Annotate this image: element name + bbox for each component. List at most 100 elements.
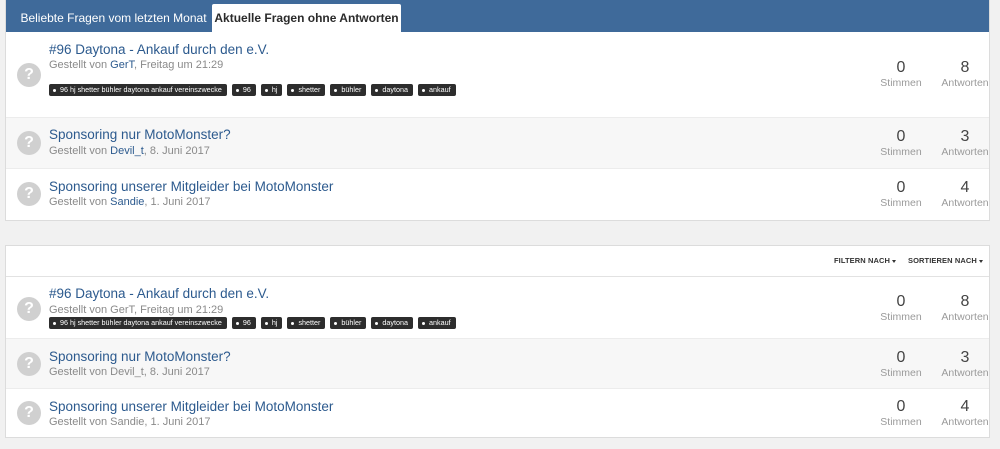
votes-stat: 0 Stimmen — [871, 293, 931, 324]
answers-label: Antworten — [941, 146, 989, 158]
tag[interactable]: 96 hj shetter bühler daytona ankauf vere… — [49, 84, 227, 96]
questions-tab-widget: Beliebte Fragen vom letzten Monat Aktuel… — [5, 0, 990, 221]
question-avatar-icon: ? — [17, 182, 41, 206]
question-meta: Gestellt von Devil_t, 8. Juni 2017 — [49, 366, 210, 378]
tag[interactable]: 96 hj shetter bühler daytona ankauf vere… — [49, 317, 227, 329]
tag[interactable]: ankauf — [417, 317, 456, 329]
question-title-link[interactable]: #96 Daytona - Ankauf durch den e.V. — [49, 286, 269, 301]
tag-dot-icon — [291, 321, 295, 325]
list-item: ? #96 Daytona - Ankauf durch den e.V. Ge… — [6, 32, 989, 118]
answers-stat: 8 Antworten — [935, 293, 995, 324]
answers-label: Antworten — [941, 197, 989, 209]
tag[interactable]: bühler — [330, 84, 367, 96]
list-item: ? #96 Daytona - Ankauf durch den e.V. Ge… — [6, 277, 989, 339]
answers-count: 8 — [960, 59, 970, 76]
question-title-link[interactable]: Sponsoring nur MotoMonster? — [49, 127, 231, 142]
tag[interactable]: hj — [260, 84, 283, 96]
author-link[interactable]: GerT — [110, 304, 134, 316]
votes-stat: 0 Stimmen — [871, 179, 931, 210]
votes-count: 0 — [896, 128, 906, 145]
author-link[interactable]: Sandie — [110, 416, 144, 428]
question-avatar-icon: ? — [17, 131, 41, 155]
votes-label: Stimmen — [880, 146, 922, 158]
page: Beliebte Fragen vom letzten Monat Aktuel… — [0, 0, 1000, 449]
tag-list: 96 hj shetter bühler daytona ankauf vere… — [49, 84, 456, 96]
tag-dot-icon — [375, 88, 379, 92]
votes-label: Stimmen — [880, 416, 922, 428]
votes-stat: 0 Stimmen — [871, 59, 931, 90]
tag-list: 96 hj shetter bühler daytona ankauf vere… — [49, 317, 456, 329]
tag[interactable]: shetter — [287, 84, 326, 96]
questions-list-widget: FILTERN NACH SORTIEREN NACH ? #96 Dayton… — [5, 245, 990, 438]
tag[interactable]: hj — [260, 317, 283, 329]
question-avatar-icon: ? — [17, 63, 41, 87]
tag-dot-icon — [53, 88, 56, 92]
answers-label: Antworten — [941, 311, 989, 323]
filter-dropdown-button[interactable]: FILTERN NACH — [834, 256, 897, 265]
tag-dot-icon — [375, 321, 379, 325]
votes-count: 0 — [896, 179, 906, 196]
votes-count: 0 — [896, 349, 906, 366]
author-link[interactable]: Devil_t — [110, 366, 144, 378]
answers-label: Antworten — [941, 367, 989, 379]
answers-count: 4 — [960, 398, 970, 415]
answers-stat: 8 Antworten — [935, 59, 995, 90]
question-meta: Gestellt von GerT, Freitag um 21:29 — [49, 304, 224, 316]
question-meta: Gestellt von Sandie, 1. Juni 2017 — [49, 196, 211, 208]
sort-dropdown-button[interactable]: SORTIEREN NACH — [908, 256, 983, 265]
question-title-link[interactable]: Sponsoring unserer Mitgleider bei MotoMo… — [49, 179, 333, 194]
answers-label: Antworten — [941, 416, 989, 428]
votes-stat: 0 Stimmen — [871, 128, 931, 159]
question-meta: Gestellt von Devil_t, 8. Juni 2017 — [49, 145, 210, 157]
votes-count: 0 — [896, 293, 906, 310]
tab-bar: Beliebte Fragen vom letzten Monat Aktuel… — [6, 0, 989, 32]
votes-label: Stimmen — [880, 197, 922, 209]
caret-down-icon — [892, 259, 897, 263]
tag-dot-icon — [291, 88, 295, 92]
votes-label: Stimmen — [880, 311, 922, 323]
answers-count: 3 — [960, 128, 970, 145]
answers-stat: 3 Antworten — [935, 349, 995, 380]
tag[interactable]: ankauf — [417, 84, 456, 96]
list-item: ? Sponsoring nur MotoMonster? Gestellt v… — [6, 118, 989, 169]
tag-dot-icon — [334, 88, 338, 92]
author-link[interactable]: Sandie — [110, 196, 144, 208]
question-title-link[interactable]: Sponsoring nur MotoMonster? — [49, 349, 231, 364]
answers-label: Antworten — [941, 77, 989, 89]
question-meta: Gestellt von GerT, Freitag um 21:29 — [49, 59, 224, 71]
tag[interactable]: daytona — [371, 84, 413, 96]
tag-dot-icon — [264, 321, 268, 325]
votes-count: 0 — [896, 398, 906, 415]
tab-popular-questions[interactable]: Beliebte Fragen vom letzten Monat — [16, 4, 211, 32]
filter-bar: FILTERN NACH SORTIEREN NACH — [6, 246, 989, 277]
list-item: ? Sponsoring unserer Mitgleider bei Moto… — [6, 169, 989, 220]
author-link[interactable]: Devil_t — [110, 145, 144, 157]
author-link[interactable]: GerT — [110, 59, 134, 71]
votes-stat: 0 Stimmen — [871, 398, 931, 429]
answers-count: 4 — [960, 179, 970, 196]
tag[interactable]: 96 — [231, 317, 256, 329]
answers-stat: 3 Antworten — [935, 128, 995, 159]
question-meta: Gestellt von Sandie, 1. Juni 2017 — [49, 416, 211, 428]
question-avatar-icon: ? — [17, 352, 41, 376]
votes-count: 0 — [896, 59, 906, 76]
tab-unanswered-questions[interactable]: Aktuelle Fragen ohne Antworten — [212, 4, 401, 32]
tag-dot-icon — [264, 88, 268, 92]
tag[interactable]: bühler — [330, 317, 367, 329]
answers-stat: 4 Antworten — [935, 179, 995, 210]
caret-down-icon — [978, 259, 983, 263]
answers-count: 3 — [960, 349, 970, 366]
tag-dot-icon — [421, 88, 425, 92]
tag-dot-icon — [235, 88, 239, 92]
answers-stat: 4 Antworten — [935, 398, 995, 429]
question-avatar-icon: ? — [17, 297, 41, 321]
tag[interactable]: 96 — [231, 84, 256, 96]
votes-label: Stimmen — [880, 77, 922, 89]
question-title-link[interactable]: Sponsoring unserer Mitgleider bei MotoMo… — [49, 399, 333, 414]
answers-count: 8 — [960, 293, 970, 310]
tag-dot-icon — [334, 321, 338, 325]
tag[interactable]: shetter — [287, 317, 326, 329]
votes-stat: 0 Stimmen — [871, 349, 931, 380]
tag[interactable]: daytona — [371, 317, 413, 329]
question-title-link[interactable]: #96 Daytona - Ankauf durch den e.V. — [49, 42, 269, 57]
